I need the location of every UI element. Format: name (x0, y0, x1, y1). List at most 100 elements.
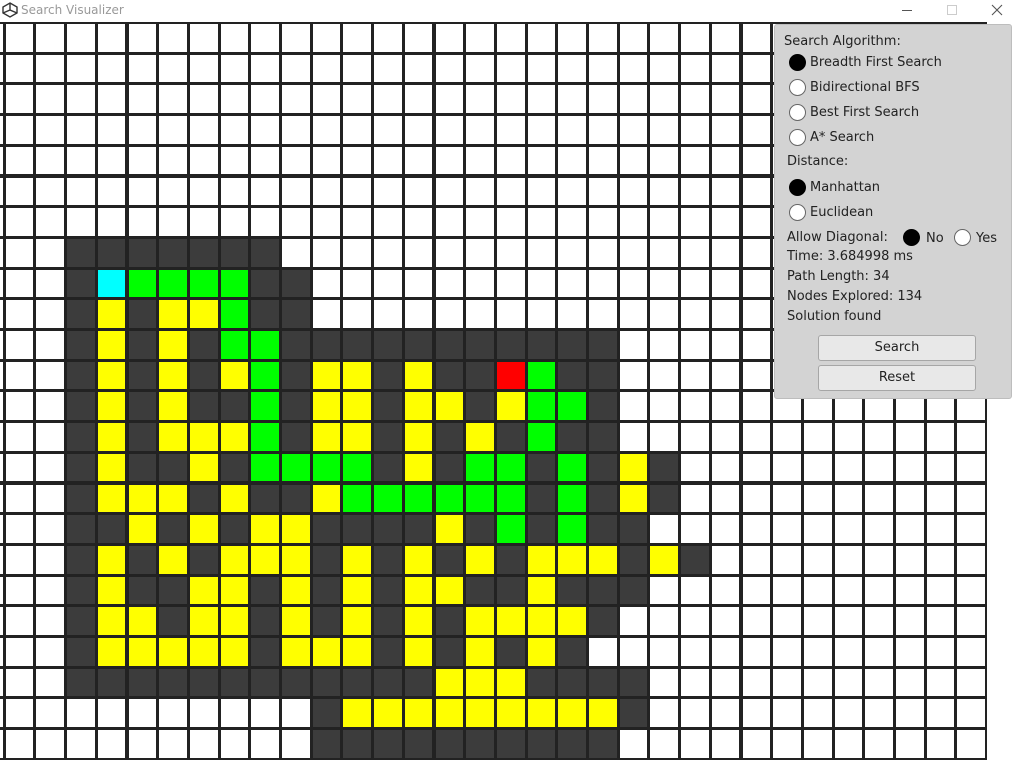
empty-cell[interactable] (95, 83, 128, 116)
wall-cell[interactable] (679, 543, 711, 576)
empty-cell[interactable] (679, 482, 711, 515)
wall-cell[interactable] (187, 390, 220, 423)
explored-cell[interactable] (402, 451, 435, 484)
explored-cell[interactable] (341, 605, 374, 637)
empty-cell[interactable] (280, 52, 312, 85)
empty-cell[interactable] (771, 636, 803, 668)
empty-cell[interactable] (402, 114, 435, 146)
empty-cell[interactable] (433, 114, 466, 146)
empty-cell[interactable] (433, 175, 466, 208)
empty-cell[interactable] (924, 421, 957, 453)
explored-cell[interactable] (249, 513, 281, 545)
empty-cell[interactable] (740, 206, 773, 238)
empty-cell[interactable] (587, 175, 619, 208)
explored-cell[interactable] (556, 697, 588, 730)
empty-cell[interactable] (280, 728, 312, 760)
empty-cell[interactable] (617, 236, 650, 269)
explored-cell[interactable] (402, 543, 435, 576)
empty-cell[interactable] (894, 574, 926, 607)
empty-cell[interactable] (3, 543, 36, 576)
empty-cell[interactable] (709, 267, 742, 300)
empty-cell[interactable] (648, 22, 681, 54)
explored-cell[interactable] (402, 390, 435, 423)
wall-cell[interactable] (249, 574, 281, 607)
empty-cell[interactable] (280, 144, 312, 177)
empty-cell[interactable] (34, 697, 67, 730)
wall-cell[interactable] (494, 636, 527, 668)
empty-cell[interactable] (832, 697, 865, 730)
explored-cell[interactable] (494, 390, 527, 423)
empty-cell[interactable] (709, 22, 742, 54)
explored-cell[interactable] (187, 513, 220, 545)
radio-best-first-search[interactable] (789, 104, 806, 121)
wall-cell[interactable] (433, 451, 466, 484)
empty-cell[interactable] (648, 574, 681, 607)
empty-cell[interactable] (402, 236, 435, 269)
empty-cell[interactable] (280, 22, 312, 54)
empty-cell[interactable] (679, 421, 711, 453)
empty-cell[interactable] (525, 22, 558, 54)
empty-cell[interactable] (280, 206, 312, 238)
explored-cell[interactable] (525, 636, 558, 668)
wall-cell[interactable] (65, 574, 97, 607)
empty-cell[interactable] (709, 236, 742, 269)
explored-cell[interactable] (525, 574, 558, 607)
empty-cell[interactable] (587, 236, 619, 269)
empty-cell[interactable] (709, 83, 742, 116)
empty-cell[interactable] (95, 22, 128, 54)
empty-cell[interactable] (310, 236, 343, 269)
explored-cell[interactable] (280, 636, 312, 668)
empty-cell[interactable] (679, 636, 711, 668)
empty-cell[interactable] (863, 728, 895, 760)
empty-cell[interactable] (187, 697, 220, 730)
explored-cell[interactable] (218, 421, 251, 453)
path-cell[interactable] (249, 451, 281, 484)
empty-cell[interactable] (648, 390, 681, 423)
empty-cell[interactable] (648, 83, 681, 116)
wall-cell[interactable] (157, 666, 189, 699)
path-cell[interactable] (525, 390, 558, 423)
empty-cell[interactable] (863, 543, 895, 576)
explored-cell[interactable] (433, 697, 466, 730)
empty-cell[interactable] (187, 144, 220, 177)
empty-cell[interactable] (341, 144, 374, 177)
path-cell[interactable] (402, 482, 435, 515)
empty-cell[interactable] (587, 22, 619, 54)
wall-cell[interactable] (341, 329, 374, 361)
empty-cell[interactable] (464, 206, 496, 238)
empty-cell[interactable] (3, 421, 36, 453)
empty-cell[interactable] (3, 144, 36, 177)
empty-cell[interactable] (709, 451, 742, 484)
empty-cell[interactable] (955, 574, 988, 607)
explored-cell[interactable] (280, 605, 312, 637)
empty-cell[interactable] (126, 175, 159, 208)
empty-cell[interactable] (95, 697, 128, 730)
wall-cell[interactable] (587, 666, 619, 699)
empty-cell[interactable] (310, 114, 343, 146)
empty-cell[interactable] (525, 144, 558, 177)
empty-cell[interactable] (310, 52, 343, 85)
explored-cell[interactable] (280, 574, 312, 607)
empty-cell[interactable] (740, 543, 773, 576)
wall-cell[interactable] (218, 666, 251, 699)
path-cell[interactable] (341, 451, 374, 484)
empty-cell[interactable] (525, 206, 558, 238)
empty-cell[interactable] (740, 83, 773, 116)
empty-cell[interactable] (218, 83, 251, 116)
wall-cell[interactable] (126, 451, 159, 484)
wall-cell[interactable] (310, 605, 343, 637)
empty-cell[interactable] (218, 22, 251, 54)
empty-cell[interactable] (740, 421, 773, 453)
empty-cell[interactable] (863, 636, 895, 668)
explored-cell[interactable] (95, 636, 128, 668)
empty-cell[interactable] (464, 267, 496, 300)
empty-cell[interactable] (740, 451, 773, 484)
wall-cell[interactable] (587, 513, 619, 545)
empty-cell[interactable] (218, 52, 251, 85)
empty-cell[interactable] (34, 605, 67, 637)
empty-cell[interactable] (341, 22, 374, 54)
empty-cell[interactable] (372, 298, 404, 330)
empty-cell[interactable] (648, 236, 681, 269)
explored-cell[interactable] (95, 359, 128, 392)
path-cell[interactable] (464, 482, 496, 515)
